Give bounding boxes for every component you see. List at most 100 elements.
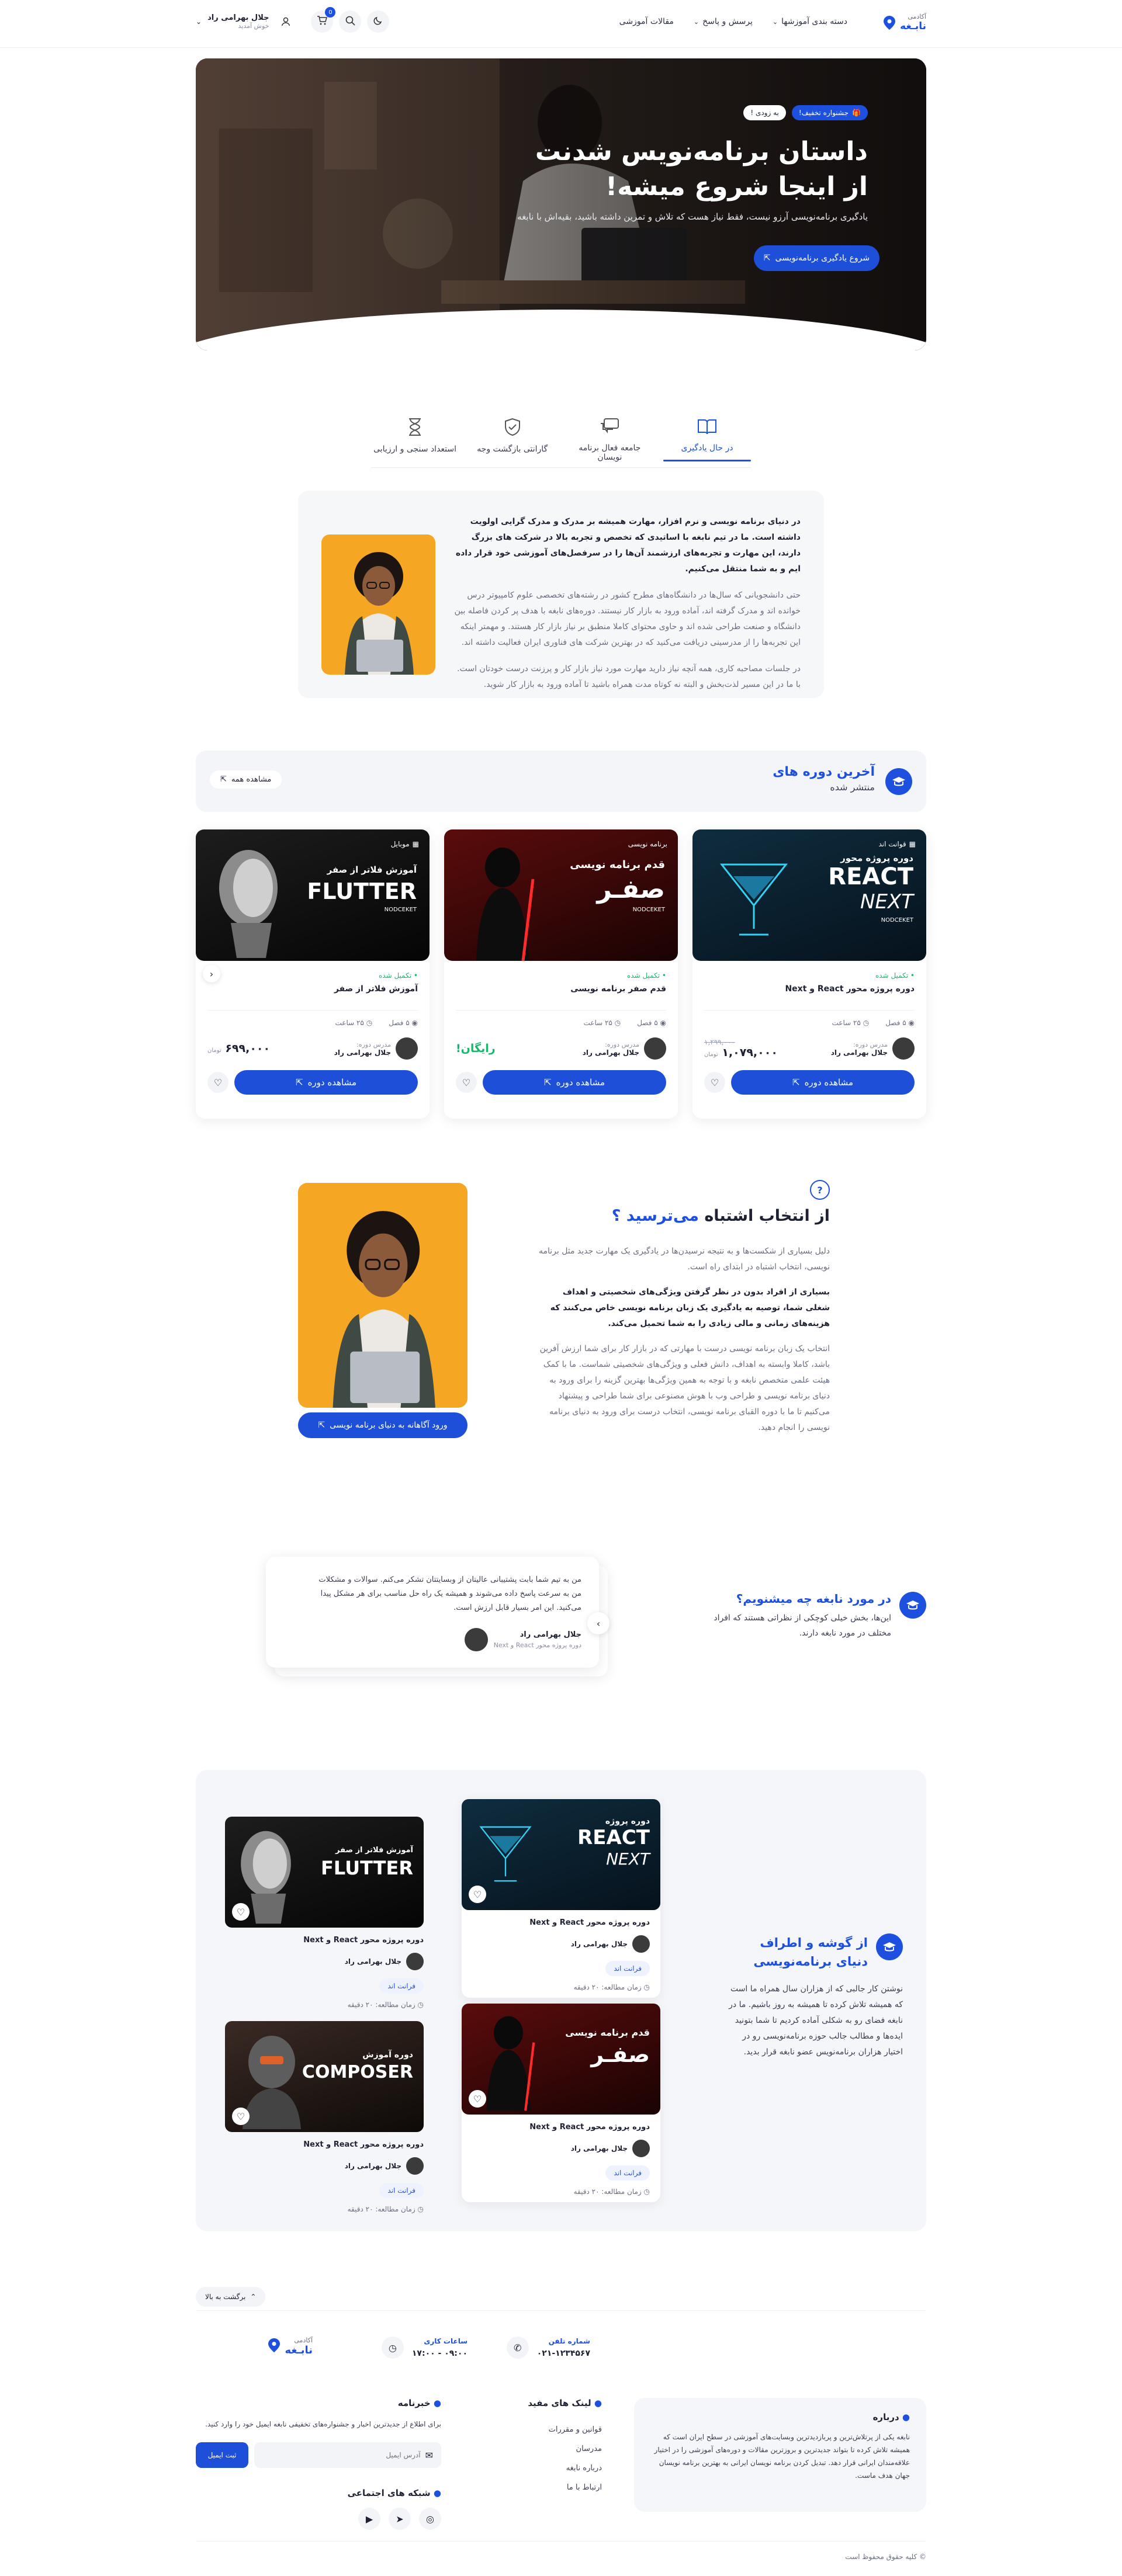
logo-subtitle: آکادمی [908, 13, 926, 20]
about-title-label: درباره [872, 2412, 899, 2422]
footer-link-teachers[interactable]: مدرسان [473, 2439, 602, 2459]
footer-link-contact[interactable]: ارتباط با ما [473, 2478, 602, 2497]
links-title: ● لینک های مفید [473, 2398, 602, 2408]
view-course-button[interactable]: مشاهده دوره ⇱ [731, 1070, 915, 1095]
post-tag[interactable]: فرانت اند [379, 1978, 424, 1994]
hero-cta-button[interactable]: شروع یادگیری برنامه‌نویسی ⇱ [754, 245, 879, 271]
course-status: • تکمیل شده [627, 971, 666, 980]
back-to-top-button[interactable]: ⌃ برگشت به بالا [196, 2287, 266, 2307]
post-author: جلال بهرامی راد [225, 2157, 424, 2175]
main-nav: دسته بندی آموزشها ⌄ پرسش و پاسخ ⌄ مقالات آ… [619, 17, 847, 26]
feature-panel: در دنیای برنامه نویسی و نرم افزار، مهارت… [298, 491, 824, 698]
avatar [464, 1628, 488, 1651]
blog-post-card[interactable]: دوره آموزش COMPOSER ♡ دوره پروژه محور Re… [225, 2021, 424, 2220]
fear-cta-button[interactable]: ورود آگاهانه به دنیای برنامه نویسی ⇱ [298, 1412, 468, 1438]
thumb-text: دوره آموزش COMPOSER [302, 2050, 413, 2082]
theme-toggle[interactable] [367, 11, 390, 33]
fear-paragraph-2: بسیاری از افراد بدون در نظر گرفتن ویژگی‌… [550, 1287, 830, 1328]
user-menu[interactable]: ⌄ جلال بهرامی راد خوش آمدید [196, 11, 297, 33]
thumb-line1: قدم [644, 859, 665, 871]
footer-link-rules[interactable]: قوانین و مقررات [473, 2420, 602, 2439]
carousel-next-button[interactable]: ‹ [203, 965, 220, 983]
copyright: © کلیه حقوق محفوظ است [845, 2553, 926, 2561]
tab-community[interactable]: جامعه فعال برنامه نویسان [566, 418, 653, 462]
post-author: جلال بهرامی راد [225, 1953, 424, 1970]
grid-icon: ▦ [412, 840, 419, 848]
thumb-text: قدم برنامه نویسی صفـر NODCEKET [570, 859, 665, 913]
chevron-up-icon: ⌃ [250, 2293, 257, 2301]
testimonial-next-button[interactable]: › [587, 1612, 610, 1634]
heart-icon[interactable]: ♡ [232, 1903, 250, 1921]
blog-post-card[interactable]: آموزش فلاتر از صفر FLUTTER ♡ دوره پروژه … [225, 1817, 424, 2015]
thumb-line2: صفـر [591, 2042, 650, 2067]
student-laptop-illustration [333, 1211, 435, 1408]
post-tag[interactable]: فرانت اند [605, 2165, 650, 2181]
nav-articles[interactable]: مقالات آموزشی [619, 17, 674, 26]
tab-learning[interactable]: در حال یادگیری [663, 418, 751, 462]
newsletter-desc: برای اطلاع از جدیدترین اخبار و جشنواره‌ه… [205, 2420, 441, 2428]
student-laptop-illustration [345, 552, 414, 675]
tab-guarantee[interactable]: گارانتی بازگشت وجه [469, 418, 556, 462]
post-tag[interactable]: فرانت اند [379, 2183, 424, 2198]
newsletter-submit-button[interactable]: ثبت ایمیل [196, 2442, 248, 2468]
heart-icon[interactable]: ♡ [469, 2090, 486, 2108]
footer-logo-title: نابـغه [285, 2344, 313, 2356]
discount-badge[interactable]: 🎁 جشنواره تخفیف! [791, 105, 868, 120]
active-tab-indicator [663, 460, 751, 461]
site-logo[interactable]: آکادمی نابـغه [884, 13, 926, 32]
social-title: ● شبکه های اجتماعی [196, 2488, 441, 2498]
cart-icon [317, 15, 328, 28]
course-category-label: قوانت اند [878, 840, 906, 848]
footer-logo[interactable]: آکادمی نابـغه [268, 2337, 313, 2356]
course-card[interactable]: قدم برنامه نویسی صفـر NODCEKET برنامه نو… [444, 829, 678, 1119]
course-hours: ◷ ۲۵ ساعت [832, 1019, 870, 1027]
blog-post-card[interactable]: قدم برنامه نویسی صفـر ♡ دوره پروژه محور … [462, 2004, 660, 2202]
post-title: دوره پروژه محور React و Next [303, 2140, 424, 2149]
email-field[interactable] [262, 2451, 421, 2459]
view-course-button[interactable]: مشاهده دوره ⇱ [234, 1070, 418, 1095]
post-tag[interactable]: فرانت اند [605, 1961, 650, 1976]
youtube-icon[interactable]: ▶ [358, 2508, 380, 2530]
cart-button[interactable]: 0 [311, 7, 336, 33]
email-field-wrapper: ✉ [254, 2442, 441, 2468]
course-category-label: موبایل [390, 840, 410, 848]
see-all-button[interactable]: مشاهده همه ⇱ [210, 770, 282, 789]
course-hours-value: ۲۵ ساعت [832, 1019, 861, 1027]
teacher-name: جلال بهرامی راد [582, 1048, 639, 1057]
course-card[interactable]: آموزش فلاتر از صفر FLUTTER NODCEKET ▦ موب… [196, 829, 430, 1119]
view-course-label: مشاهده دوره [307, 1077, 357, 1088]
arrow-left-icon: ⇱ [220, 775, 227, 784]
hero-subtitle: یادگیری برنامه‌نویسی آرزو نیست، فقط نیاز… [517, 211, 868, 222]
nav-qa[interactable]: پرسش و پاسخ ⌄ [694, 17, 753, 26]
heart-icon[interactable]: ♡ [456, 1072, 477, 1093]
heart-icon[interactable]: ♡ [704, 1072, 725, 1093]
blog-section: از گوشه و اطراف دنیای برنامه‌نویسی نوشتن… [196, 1770, 926, 2231]
blog-post-card[interactable]: دوره پروژه REACT NEXT ♡ دوره پروژه محور … [462, 1799, 660, 1998]
course-price: ۱,۲۹۹,۰۰۰ ۱,۰۷۹,۰۰۰ تومان [704, 1038, 778, 1059]
post-read-time: ◷ زمان مطالعه: ۲۰ دقیقه [225, 2001, 424, 2009]
thumb-line3: صفـر [597, 874, 665, 904]
post-author-name: جلال بهرامی راد [570, 2144, 628, 2153]
back-to-top-label: برگشت به بالا [205, 2293, 246, 2301]
instagram-icon[interactable]: ◎ [419, 2508, 441, 2530]
feature-photo [321, 534, 435, 675]
heart-icon[interactable]: ♡ [469, 1886, 486, 1903]
view-course-button[interactable]: مشاهده دوره ⇱ [483, 1070, 666, 1095]
heart-icon[interactable]: ♡ [207, 1072, 228, 1093]
course-status: • تکمیل شده [875, 971, 915, 980]
course-thumbnail: دوره پروژه محور REACT NEXT NODCEKET ▦ قوا… [692, 829, 926, 961]
tab-community-label: جامعه فعال برنامه نویسان [579, 443, 641, 462]
thumb-brand: NODCEKET [384, 907, 417, 913]
nav-categories[interactable]: دسته بندی آموزشها ⌄ [773, 17, 847, 26]
tab-assessment[interactable]: استعداد سنجی و ارزیابی [371, 418, 459, 462]
thumb-text: قدم برنامه نویسی صفـر [565, 2027, 650, 2067]
telegram-icon[interactable]: ➤ [389, 2508, 411, 2530]
blog-intro: از گوشه و اطراف دنیای برنامه‌نویسی نوشتن… [728, 1933, 903, 2060]
search-button[interactable] [339, 11, 362, 33]
heart-icon[interactable]: ♡ [232, 2108, 250, 2125]
course-teacher: مدرس دوره: جلال بهرامی راد [583, 1037, 666, 1060]
course-card[interactable]: دوره پروژه محور REACT NEXT NODCEKET ▦ قوا… [692, 829, 926, 1119]
fear-section: ? از انتخاب اشتباه می‌ترسید ؟ دلیل بسیار… [538, 1180, 830, 1436]
footer-link-about[interactable]: درباره نابغه [473, 2459, 602, 2478]
course-thumbnail: قدم برنامه نویسی صفـر NODCEKET برنامه نو… [444, 829, 678, 961]
